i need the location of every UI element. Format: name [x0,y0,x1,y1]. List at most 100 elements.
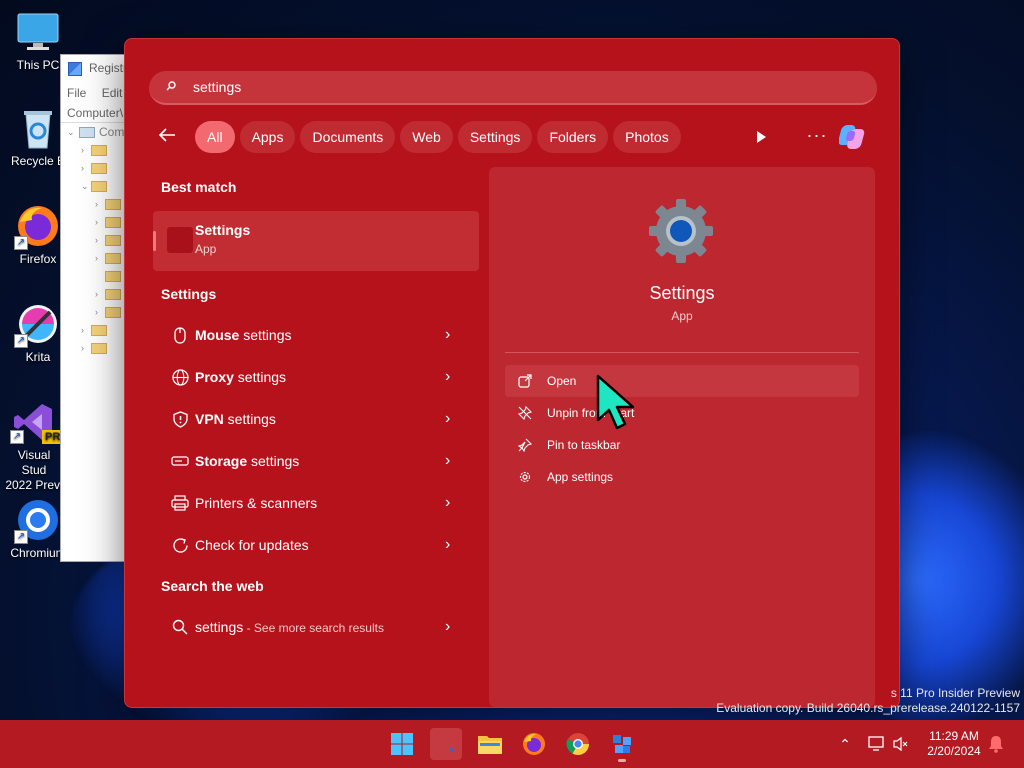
selection-accent [153,231,156,251]
printer-icon [167,494,193,512]
folder-icon [105,252,121,264]
chevron-right-icon[interactable]: › [445,326,459,344]
settings-section-heading: Settings [161,286,217,302]
search-query: settings [193,79,242,95]
network-status[interactable] [866,720,886,768]
menu-edit[interactable]: Edit [102,86,123,100]
action-label: App settings [547,470,614,484]
filter-photos[interactable]: Photos [613,121,681,153]
chrome-icon [566,733,589,755]
taskbar-registry-editor[interactable] [606,728,638,762]
bell-icon [989,736,1003,753]
action-app-settings[interactable]: App settings [505,461,859,493]
back-arrow-icon[interactable] [157,125,181,149]
computer-icon [79,126,95,138]
unpin-icon [515,405,535,421]
watermark-line-1: s 11 Pro Insider Preview [890,686,1020,700]
result-label: Check for updates [195,537,309,553]
folder-icon [478,736,502,754]
detail-app-name: Settings [649,283,715,303]
detail-app-type: App [671,309,693,323]
filter-folders[interactable]: Folders [537,121,609,153]
folder-icon [91,144,107,156]
menu-file[interactable]: File [67,86,86,100]
folder-icon [105,288,121,300]
chevron-right-icon[interactable]: › [445,452,459,470]
window-title: Registr [89,61,128,75]
copilot-icon[interactable] [838,123,871,151]
taskbar: ⌃ 11:29 AM 2/20/2024 [0,720,1024,768]
filter-documents[interactable]: Documents [300,121,396,153]
result-label: Proxy settings [195,369,287,385]
more-filters-play-icon[interactable] [751,127,771,147]
result-storage-settings[interactable]: Storage settings › [153,441,473,481]
gear-icon [647,197,715,265]
desktop-icon-label: Visual Stud 2022 Previ [5,448,63,492]
chevron-right-icon[interactable]: › [445,368,459,386]
filter-all[interactable]: All [195,121,235,153]
result-vpn-settings[interactable]: VPN settings › [153,399,473,439]
result-proxy-settings[interactable]: Proxy settings › [153,357,473,397]
shortcut-arrow-icon: ↗ [10,430,24,444]
result-detail-pane: Settings App Open Unpin from Start Pin t… [489,167,875,707]
chromium-icon: ↗ [14,498,60,544]
filter-settings[interactable]: Settings [457,121,533,153]
mouse-cursor-icon [596,374,638,432]
best-match-item[interactable]: Settings App [153,211,479,271]
filter-apps[interactable]: Apps [239,121,296,153]
start-button[interactable] [386,728,418,760]
system-clock[interactable]: 11:29 AM 2/20/2024 [918,729,990,759]
filter-bar: All Apps Documents Web Settings Folders … [157,121,686,153]
show-hidden-icons-chevron-icon[interactable]: ⌃ [834,736,856,753]
gear-small-icon [515,469,535,485]
folder-icon [91,342,107,354]
volume-muted-icon [893,736,908,752]
search-icon [166,81,176,91]
chevron-right-icon[interactable]: › [445,618,459,636]
action-label: Open [547,374,577,388]
tree-root-label: Com [99,125,125,139]
registry-editor-icon [613,735,631,753]
action-open[interactable]: Open [505,365,859,397]
krita-icon: ↗ [14,302,60,348]
taskbar-file-explorer[interactable] [474,728,506,760]
action-unpin-from-start[interactable]: Unpin from Start [505,397,859,429]
network-icon [868,736,884,751]
chevron-right-icon[interactable]: › [445,536,459,554]
clock-time: 11:29 AM [929,729,979,743]
monitor-icon [16,10,60,54]
divider [505,352,859,353]
folder-icon [91,324,107,336]
windows-logo-icon [391,733,413,755]
globe-icon [167,368,193,386]
mouse-icon [167,326,193,344]
volume-status[interactable] [892,720,910,768]
folder-icon [105,270,121,282]
shortcut-arrow-icon: ↗ [14,530,28,544]
result-printers-scanners[interactable]: Printers & scanners › [153,483,473,523]
search-panel: settings All Apps Documents Web Settings… [124,38,900,708]
more-options-button[interactable]: ··· [805,126,829,147]
taskbar-search-button[interactable] [430,728,462,760]
sync-icon [167,536,193,554]
taskbar-firefox[interactable] [518,728,550,760]
desktop-icon-visual-studio[interactable]: PRE ↗ Visual Stud 2022 Previ [4,400,71,493]
chevron-right-icon[interactable]: › [445,494,459,512]
web-search-result[interactable]: settings - See more search results › [153,607,473,647]
folder-icon [91,180,107,192]
windows-watermark: s 11 Pro Insider Preview Evaluation copy… [716,686,1020,716]
watermark-line-2: Evaluation copy. Build 26040.rs_prerelea… [716,701,1020,715]
action-pin-to-taskbar[interactable]: Pin to taskbar [505,429,859,461]
search-input[interactable]: settings [149,71,877,105]
result-check-updates[interactable]: Check for updates › [153,525,473,565]
firefox-icon: ↗ [14,204,60,250]
folder-icon [91,162,107,174]
notifications-button[interactable] [988,720,1004,768]
action-label: Pin to taskbar [547,438,621,452]
filter-web[interactable]: Web [400,121,453,153]
folder-icon [105,306,121,318]
result-mouse-settings[interactable]: Mouse settings › [153,315,473,355]
taskbar-chrome[interactable] [562,728,594,760]
chevron-right-icon[interactable]: › [445,410,459,428]
best-match-name: Settings [195,222,251,238]
